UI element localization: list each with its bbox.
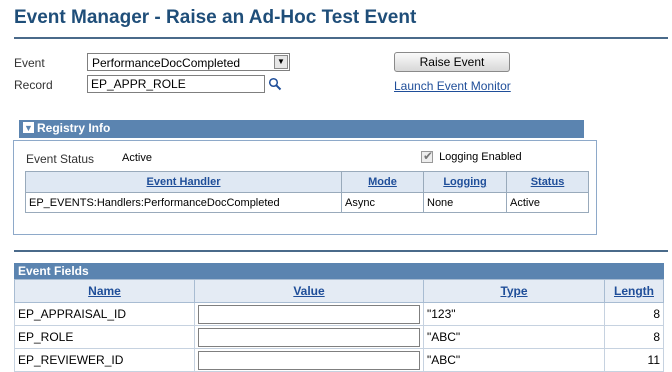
launch-event-monitor-link[interactable]: Launch Event Monitor <box>394 79 511 93</box>
table-row: EP_APPRAISAL_ID "123" 8 <box>14 302 664 326</box>
appraisal-id-input[interactable] <box>198 304 420 324</box>
field-name-cell: EP_REVIEWER_ID <box>14 348 195 372</box>
logging-enabled-row: ✔ Logging Enabled <box>421 149 522 164</box>
logging-enabled-label: Logging Enabled <box>439 151 522 163</box>
logging-cell: None <box>423 192 507 213</box>
event-label: Event <box>14 56 45 70</box>
table-row: EP_ROLE "ABC" 8 <box>14 325 664 349</box>
status-cell: Active <box>506 192 589 213</box>
event-status-label: Event Status <box>26 152 95 166</box>
table-header-row: Name Value Type Length <box>14 279 664 303</box>
event-handler-table: Event Handler Mode Logging Status EP_EVE… <box>25 171 589 213</box>
field-type-cell: "123" <box>423 302 605 326</box>
col-name[interactable]: Name <box>14 279 195 303</box>
collapse-icon[interactable]: ▼ <box>23 122 34 134</box>
reviewer-id-input[interactable] <box>198 350 420 370</box>
event-select-value: PerformanceDocCompleted <box>92 56 241 70</box>
record-input[interactable]: EP_APPR_ROLE <box>87 75 265 93</box>
event-select[interactable]: PerformanceDocCompleted ▼ <box>87 53 290 71</box>
field-value-cell <box>194 325 424 349</box>
section-divider <box>14 250 668 252</box>
col-event-handler[interactable]: Event Handler <box>25 171 342 193</box>
col-logging[interactable]: Logging <box>423 171 507 193</box>
table-row: EP_REVIEWER_ID "ABC" 11 <box>14 348 664 372</box>
event-fields-table: Name Value Type Length EP_APPRAISAL_ID "… <box>14 279 664 372</box>
col-type[interactable]: Type <box>423 279 605 303</box>
handler-cell: EP_EVENTS:Handlers:PerformanceDocComplet… <box>25 192 342 213</box>
page-title: Event Manager - Raise an Ad-Hoc Test Eve… <box>14 7 417 28</box>
field-name-cell: EP_ROLE <box>14 325 195 349</box>
field-length-cell: 11 <box>604 348 664 372</box>
col-value[interactable]: Value <box>194 279 424 303</box>
col-length[interactable]: Length <box>604 279 664 303</box>
field-type-cell: "ABC" <box>423 348 605 372</box>
table-row: EP_EVENTS:Handlers:PerformanceDocComplet… <box>25 192 589 213</box>
check-icon: ✔ <box>423 149 434 164</box>
field-name-cell: EP_APPRAISAL_ID <box>14 302 195 326</box>
table-header-row: Event Handler Mode Logging Status <box>25 171 589 193</box>
chevron-down-icon[interactable]: ▼ <box>274 55 288 69</box>
logging-enabled-checkbox[interactable]: ✔ <box>421 149 434 164</box>
col-mode[interactable]: Mode <box>341 171 424 193</box>
field-length-cell: 8 <box>604 325 664 349</box>
registry-info-header[interactable]: ▼ Registry Info <box>19 120 584 138</box>
search-icon[interactable] <box>268 77 282 91</box>
role-input[interactable] <box>198 327 420 347</box>
registry-info-title: Registry Info <box>37 121 111 135</box>
record-label: Record <box>14 78 53 92</box>
field-type-cell: "ABC" <box>423 325 605 349</box>
col-status[interactable]: Status <box>506 171 589 193</box>
field-length-cell: 8 <box>604 302 664 326</box>
event-fields-header: Event Fields <box>14 263 664 279</box>
mode-cell: Async <box>341 192 424 213</box>
title-divider <box>14 37 668 39</box>
field-value-cell <box>194 348 424 372</box>
event-status-value: Active <box>122 152 152 164</box>
raise-event-button[interactable]: Raise Event <box>394 52 510 72</box>
field-value-cell <box>194 302 424 326</box>
